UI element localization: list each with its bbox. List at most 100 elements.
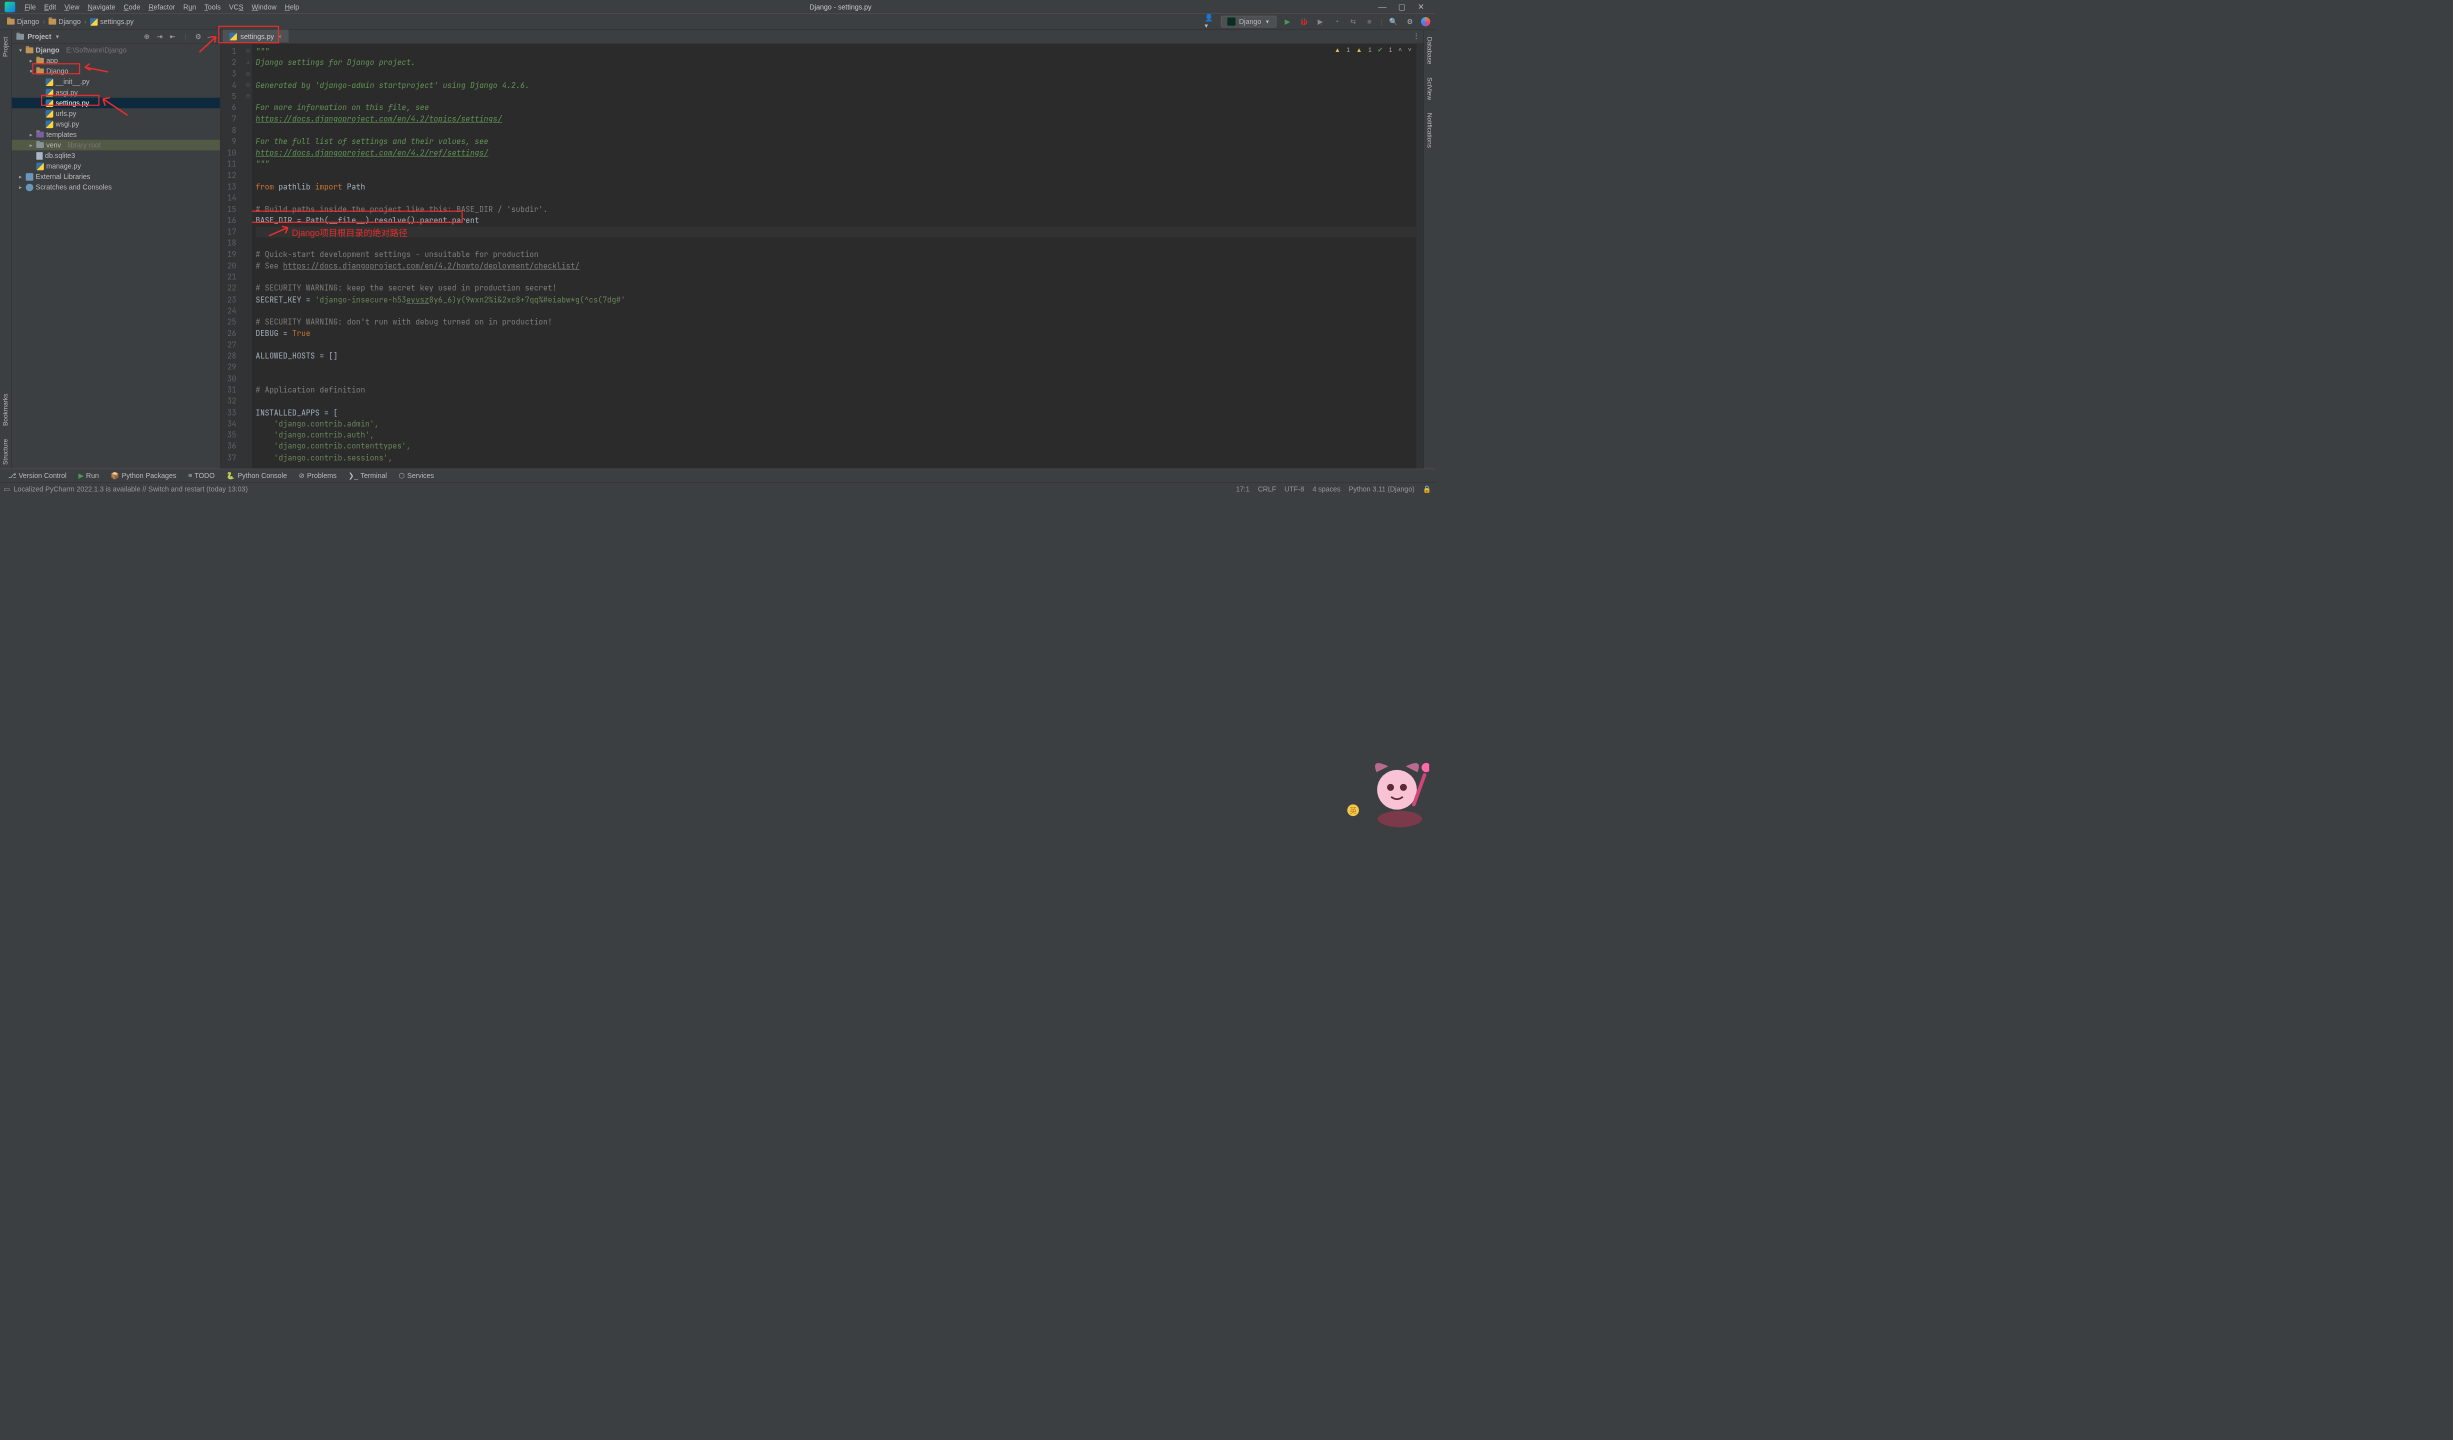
expand-icon[interactable]: ▸ <box>18 184 24 190</box>
chevron-down-icon: ▼ <box>1265 19 1270 25</box>
python-file-icon <box>46 78 54 86</box>
sidetab-database[interactable]: Database <box>1425 33 1434 68</box>
editor: settings.py × ⋮ ▲1 ▲1 ✔1 ˄ ˅ 12345678910… <box>221 30 1424 469</box>
bottom-tool-bar: ⎇Version Control ▶Run 📦Python Packages ≡… <box>0 469 1435 482</box>
avatar-icon[interactable] <box>1421 17 1430 26</box>
expand-icon[interactable]: ▸ <box>28 142 34 148</box>
sidetab-notifications[interactable]: Notifications <box>1425 109 1434 151</box>
menu-refactor[interactable]: Refactor <box>145 1 179 13</box>
tree-django-pkg[interactable]: ▾ Django <box>12 66 220 77</box>
expand-icon[interactable]: ▸ <box>28 58 34 64</box>
breadcrumb-pkg[interactable]: Django <box>46 18 83 26</box>
tool-run[interactable]: ▶Run <box>74 470 104 481</box>
profile-button[interactable]: ◔ <box>1331 16 1342 27</box>
tree-settings[interactable]: settings.py <box>12 98 220 109</box>
expand-icon[interactable]: ▸ <box>28 131 34 137</box>
minimize-button[interactable]: — <box>1378 2 1386 12</box>
file-encoding[interactable]: UTF-8 <box>1284 485 1304 493</box>
tool-version-control[interactable]: ⎇Version Control <box>4 470 72 481</box>
tree-ext-libs[interactable]: ▸ External Libraries <box>12 171 220 182</box>
project-title[interactable]: Project <box>27 32 51 40</box>
run-config-selector[interactable]: Django ▼ <box>1221 16 1277 28</box>
line-separator[interactable]: CRLF <box>1258 485 1276 493</box>
tab-options-icon[interactable]: ⋮ <box>1413 32 1420 40</box>
menu-navigate[interactable]: Navigate <box>84 1 119 13</box>
breadcrumb-file[interactable]: settings.py <box>88 18 136 26</box>
search-icon[interactable]: 🔍 <box>1388 16 1399 27</box>
chevron-down-icon[interactable]: ▼ <box>55 34 60 40</box>
attach-button[interactable]: ⇆ <box>1348 16 1359 27</box>
run-button[interactable]: ▶ <box>1282 16 1293 27</box>
fold-gutter[interactable]: ⊟ ⊥ ⊟ ⊟ ⊟ <box>244 44 252 469</box>
menu-window[interactable]: Window <box>248 1 280 13</box>
menu-tools[interactable]: Tools <box>201 1 224 13</box>
inspection-up-icon[interactable]: ˄ <box>1398 47 1402 54</box>
breadcrumb-root[interactable]: Django <box>5 18 42 26</box>
stop-button[interactable]: ■ <box>1364 16 1375 27</box>
settings-icon[interactable]: ⚙ <box>194 32 202 40</box>
tool-python-packages[interactable]: 📦Python Packages <box>106 470 181 481</box>
tool-todo[interactable]: ≡TODO <box>183 470 219 481</box>
tool-python-console[interactable]: 🐍Python Console <box>222 470 292 481</box>
coverage-button[interactable]: ▶̣ <box>1315 16 1326 27</box>
django-icon <box>1227 18 1235 26</box>
expand-icon[interactable]: ▾ <box>18 47 24 53</box>
close-button[interactable]: ✕ <box>1418 2 1425 12</box>
inspection-down-icon[interactable]: ˅ <box>1408 47 1412 54</box>
debug-button[interactable]: 🐞 <box>1299 16 1310 27</box>
locate-icon[interactable]: ⊕ <box>143 32 151 40</box>
menu-view[interactable]: View <box>61 1 83 13</box>
interpreter[interactable]: Python 3.11 (Django) <box>1349 485 1415 493</box>
tree-item-label: venv <box>46 141 61 149</box>
hide-icon[interactable]: — <box>207 32 215 40</box>
sidetab-structure[interactable]: Structure <box>1 435 10 468</box>
tool-services[interactable]: ⬡Services <box>394 470 439 481</box>
toolwindow-toggle-icon[interactable]: ▭ <box>4 485 11 493</box>
status-message[interactable]: Localized PyCharm 2022.1.3 is available … <box>14 485 248 493</box>
menu-run[interactable]: Run <box>180 1 200 13</box>
expand-icon[interactable]: ▾ <box>28 68 34 74</box>
tree-app[interactable]: ▸ app <box>12 56 220 67</box>
sidetab-bookmarks[interactable]: Bookmarks <box>1 390 10 429</box>
code-area[interactable]: """ Django settings for Django project. … <box>252 44 1416 469</box>
project-tree[interactable]: ▾ Django E:\Software\Django ▸ app ▾ Djan… <box>12 44 220 194</box>
indent-setting[interactable]: 4 spaces <box>1312 485 1340 493</box>
expand-icon[interactable]: ▸ <box>18 173 24 179</box>
tree-wsgi[interactable]: wsgi.py <box>12 119 220 130</box>
sidetab-project[interactable]: Project <box>1 33 10 60</box>
menu-file[interactable]: File <box>21 1 39 13</box>
tree-init[interactable]: __init__.py <box>12 77 220 88</box>
editor-body[interactable]: 12345678910 11121314151617181920 2122232… <box>221 44 1424 469</box>
tree-urls[interactable]: urls.py <box>12 108 220 119</box>
menu-edit[interactable]: Edit <box>41 1 60 13</box>
lock-icon[interactable]: 🔒 <box>1423 485 1432 493</box>
settings-icon[interactable]: ⚙ <box>1405 16 1416 27</box>
sidetab-sciview[interactable]: SciView <box>1425 74 1434 104</box>
editor-tab-settings[interactable]: settings.py × <box>223 30 289 43</box>
vcs-icon: ⎇ <box>8 472 16 480</box>
add-user-icon[interactable]: 👤▾ <box>1204 16 1215 27</box>
menu-vcs[interactable]: VCS <box>225 1 246 13</box>
expand-all-icon[interactable]: ⇥ <box>156 32 164 40</box>
menu-code[interactable]: Code <box>120 1 144 13</box>
tree-manage[interactable]: manage.py <box>12 161 220 172</box>
tree-scratches[interactable]: ▸ Scratches and Consoles <box>12 182 220 193</box>
editor-tab-bar: settings.py × ⋮ <box>221 30 1424 44</box>
tree-db[interactable]: db.sqlite3 <box>12 150 220 161</box>
tree-venv[interactable]: ▸ venv library root <box>12 140 220 151</box>
menu-help[interactable]: Help <box>281 1 302 13</box>
tree-templates[interactable]: ▸ templates <box>12 129 220 140</box>
collapse-all-icon[interactable]: ⇤ <box>168 32 176 40</box>
tree-root[interactable]: ▾ Django E:\Software\Django <box>12 45 220 56</box>
close-tab-icon[interactable]: × <box>278 32 282 41</box>
tree-asgi[interactable]: asgi.py <box>12 87 220 98</box>
caret-position[interactable]: 17:1 <box>1236 485 1250 493</box>
error-stripe[interactable] <box>1416 44 1423 469</box>
scratch-icon <box>26 183 34 191</box>
tool-terminal[interactable]: ❯_Terminal <box>344 470 392 481</box>
tree-item-label: templates <box>46 130 76 138</box>
maximize-button[interactable]: ▢ <box>1398 2 1406 12</box>
tool-problems[interactable]: ⊘Problems <box>294 470 341 481</box>
file-icon <box>36 152 42 160</box>
inspection-badges[interactable]: ▲1 ▲1 ✔1 ˄ ˅ <box>1323 45 1424 55</box>
